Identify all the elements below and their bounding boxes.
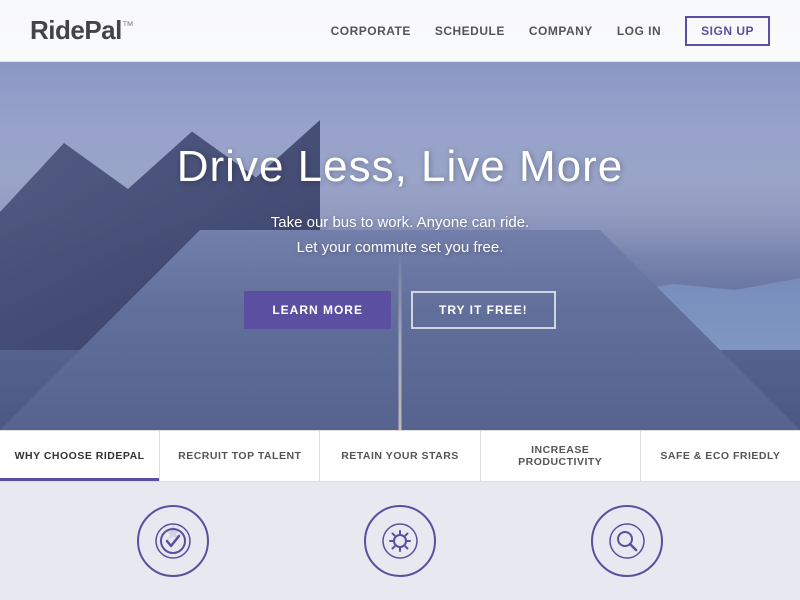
navigation: CORPORATE SCHEDULE COMPANY LOG IN SIGN U… (331, 16, 770, 46)
logo-tm: ™ (122, 18, 134, 32)
hero-subtitle-line1: Take our bus to work. Anyone can ride. (271, 214, 529, 231)
features-section (0, 482, 800, 600)
tab-productivity[interactable]: INCREASE PRODUCTIVITY (481, 431, 641, 481)
tab-safe-eco[interactable]: SAFE & ECO FRIEDLY (641, 431, 800, 481)
signup-button[interactable]: SIGN UP (685, 16, 770, 46)
hero-buttons: LEARN MORE TRY IT FREE! (177, 291, 623, 329)
nav-login[interactable]: LOG IN (617, 24, 661, 38)
gear-settings-icon (381, 522, 419, 560)
nav-company[interactable]: COMPANY (529, 24, 593, 38)
logo-text: RidePal (30, 15, 122, 45)
tab-retain[interactable]: RETAIN YOUR STARS (320, 431, 480, 481)
hero-subtitle: Take our bus to work. Anyone can ride. L… (177, 210, 623, 261)
tabs-bar: WHY CHOOSE RIDEPAL RECRUIT TOP TALENT RE… (0, 430, 800, 482)
nav-corporate[interactable]: CORPORATE (331, 24, 411, 38)
tab-why-ridepal[interactable]: WHY CHOOSE RIDEPAL (0, 431, 160, 481)
try-free-button[interactable]: TRY IT FREE! (411, 291, 556, 329)
nav-schedule[interactable]: SCHEDULE (435, 24, 505, 38)
feature-icon-badge (137, 505, 209, 577)
hero-subtitle-line2: Let your commute set you free. (297, 239, 504, 256)
feature-icon-search (591, 505, 663, 577)
hero-content: Drive Less, Live More Take our bus to wo… (177, 142, 623, 329)
badge-check-icon (154, 522, 192, 560)
hero-title: Drive Less, Live More (177, 142, 623, 192)
feature-icon-gear (364, 505, 436, 577)
search-icon (608, 522, 646, 560)
logo[interactable]: RidePal™ (30, 15, 133, 46)
tab-recruit[interactable]: RECRUIT TOP TALENT (160, 431, 320, 481)
header: RidePal™ CORPORATE SCHEDULE COMPANY LOG … (0, 0, 800, 62)
learn-more-button[interactable]: LEARN MORE (244, 291, 391, 329)
hero-section: Drive Less, Live More Take our bus to wo… (0, 0, 800, 430)
